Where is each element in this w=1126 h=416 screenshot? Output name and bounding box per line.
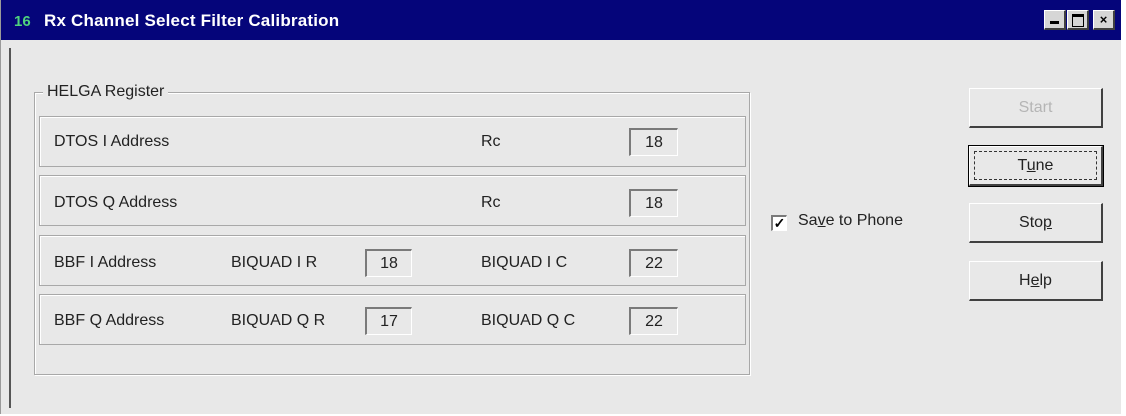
label-part: lp xyxy=(1039,272,1052,289)
row-address-label: DTOS I Address xyxy=(54,133,170,150)
maximize-button[interactable] xyxy=(1067,10,1089,30)
minimize-icon xyxy=(1050,21,1059,24)
check-icon: ✓ xyxy=(773,215,786,231)
title-bar[interactable]: 16 Rx Channel Select Filter Calibration … xyxy=(1,0,1121,40)
register-row-bbf-i: BBF I Address BIQUAD I R 18 BIQUAD I C 2… xyxy=(39,235,746,286)
field-label: Rc xyxy=(481,194,501,211)
close-icon: × xyxy=(1099,12,1108,27)
field-label: BIQUAD I C xyxy=(481,254,568,271)
value-box: 18 xyxy=(365,249,412,277)
help-button[interactable]: Help xyxy=(969,261,1103,301)
start-button-label: Start xyxy=(1018,99,1053,116)
register-row-bbf-q: BBF Q Address BIQUAD Q R 17 BIQUAD Q C 2… xyxy=(39,294,746,345)
stop-button[interactable]: Stop xyxy=(969,203,1103,243)
field-label: BIQUAD Q R xyxy=(231,312,326,329)
tune-button[interactable]: Tune xyxy=(968,145,1104,187)
label-part: H xyxy=(1019,272,1031,289)
window-title: Rx Channel Select Filter Calibration xyxy=(44,11,340,30)
focus-rect xyxy=(974,151,1097,180)
close-button[interactable]: × xyxy=(1093,10,1115,30)
register-row-dtos-i: DTOS I Address Rc 18 xyxy=(39,116,746,167)
save-to-phone-checkbox[interactable]: ✓ xyxy=(771,215,787,231)
app-icon[interactable]: 16 xyxy=(14,13,38,31)
field-label: BIQUAD I R xyxy=(231,254,318,271)
row-address-label: DTOS Q Address xyxy=(54,194,178,211)
label-mnemonic: p xyxy=(1043,214,1052,231)
label-part: Sto xyxy=(1019,214,1044,231)
field-label: Rc xyxy=(481,133,501,150)
label-mnemonic: e xyxy=(1030,272,1040,289)
value-box: 18 xyxy=(629,189,678,217)
frame-edge xyxy=(9,48,11,408)
group-label: HELGA Register xyxy=(43,83,169,101)
label-part: e to Phone xyxy=(825,212,903,229)
row-address-label: BBF Q Address xyxy=(54,312,165,329)
dialog-window: 16 Rx Channel Select Filter Calibration … xyxy=(0,0,1121,414)
value-box: 17 xyxy=(365,307,412,335)
value-box: 18 xyxy=(629,128,678,156)
field-label: BIQUAD Q C xyxy=(481,312,576,329)
app-icon-text: 16 xyxy=(14,13,31,30)
row-address-label: BBF I Address xyxy=(54,254,157,271)
save-to-phone-label[interactable]: Save to Phone xyxy=(798,212,903,230)
value-box: 22 xyxy=(629,307,678,335)
maximize-icon xyxy=(1072,14,1084,27)
start-button[interactable]: Start xyxy=(969,88,1103,128)
value-box: 22 xyxy=(629,249,678,277)
label-mnemonic: v xyxy=(817,212,826,229)
register-row-dtos-q: DTOS Q Address Rc 18 xyxy=(39,175,746,226)
label-part: Sa xyxy=(798,212,818,229)
minimize-button[interactable] xyxy=(1044,10,1066,30)
